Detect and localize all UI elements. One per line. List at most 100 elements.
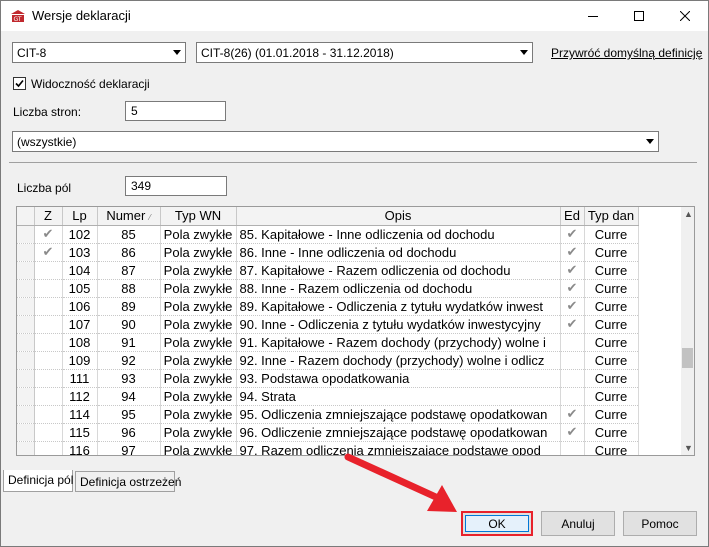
cell-numer[interactable]: 89	[97, 297, 161, 316]
cell-opis[interactable]: 88. Inne - Razem odliczenia od dochodu	[236, 279, 561, 298]
cell-z[interactable]	[34, 333, 63, 352]
table-row[interactable]: ✔ 103 86 Pola zwykłe 86. Inne - Inne odlicze…	[17, 243, 639, 262]
cell-typ-wn[interactable]: Pola zwykłe	[160, 369, 237, 388]
cell-opis[interactable]: 94. Strata	[236, 387, 561, 406]
cell-opis[interactable]: 91. Kapitałowe - Razem dochody (przychod…	[236, 333, 561, 352]
cell-typ-dan[interactable]: Curre	[584, 333, 639, 352]
cell-opis[interactable]: 86. Inne - Inne odliczenia od dochodu	[236, 243, 561, 262]
tab-warning-definition[interactable]: Definicja ostrzeżeń	[75, 471, 181, 492]
cell-lp[interactable]: 108	[62, 333, 98, 352]
cell-typ-dan[interactable]: Curre	[584, 387, 639, 406]
cell-opis[interactable]: 87. Kapitałowe - Razem odliczenia od doc…	[236, 261, 561, 280]
column-header-lp[interactable]: Lp	[62, 207, 98, 226]
cell-ed[interactable]	[560, 387, 585, 406]
cell-typ-dan[interactable]: Curre	[584, 441, 639, 455]
scroll-thumb[interactable]	[682, 348, 693, 368]
cell-z[interactable]	[34, 423, 63, 442]
column-header-numer[interactable]: Numer ⁄	[97, 207, 161, 226]
cell-opis[interactable]: 92. Inne - Razem dochody (przychody) wol…	[236, 351, 561, 370]
cell-typ-wn[interactable]: Pola zwykłe	[160, 225, 237, 244]
cell-typ-dan[interactable]: Curre	[584, 351, 639, 370]
cell-typ-dan[interactable]: Curre	[584, 423, 639, 442]
cell-ed[interactable]: ✔	[560, 225, 585, 244]
cell-ed[interactable]: ✔	[560, 297, 585, 316]
table-row[interactable]: ✔ 102 85 Pola zwykłe 85. Kapitałowe - Inne o…	[17, 225, 639, 244]
cell-numer[interactable]: 86	[97, 243, 161, 262]
cell-ed[interactable]	[560, 369, 585, 388]
cell-lp[interactable]: 116	[62, 441, 98, 455]
cell-z[interactable]	[34, 441, 63, 455]
cell-z[interactable]	[34, 261, 63, 280]
column-header-typ-dan[interactable]: Typ dan	[584, 207, 639, 226]
cell-opis[interactable]: 95. Odliczenia zmniejszające podstawę op…	[236, 405, 561, 424]
table-row[interactable]: 115 96 Pola zwykłe 96. Odliczenie zmniejsza…	[17, 423, 639, 442]
table-row[interactable]: 112 94 Pola zwykłe 94. Strata Curre	[17, 387, 639, 406]
cell-lp[interactable]: 105	[62, 279, 98, 298]
cell-z[interactable]	[34, 279, 63, 298]
cell-z[interactable]	[34, 387, 63, 406]
restore-default-link[interactable]: Przywróć domyślną definicję	[551, 46, 702, 60]
close-button[interactable]	[662, 1, 708, 31]
cell-numer[interactable]: 95	[97, 405, 161, 424]
cell-z[interactable]: ✔	[34, 225, 63, 244]
cell-typ-wn[interactable]: Pola zwykłe	[160, 261, 237, 280]
cell-opis[interactable]: 85. Kapitałowe - Inne odliczenia od doch…	[236, 225, 561, 244]
table-row[interactable]: 116 97 Pola zwykłe 97. Razem odliczenia zmn…	[17, 441, 639, 455]
cell-typ-wn[interactable]: Pola zwykłe	[160, 423, 237, 442]
cell-lp[interactable]: 104	[62, 261, 98, 280]
cell-ed[interactable]	[560, 351, 585, 370]
declaration-version-select[interactable]: CIT-8(26) (01.01.2018 - 31.12.2018)	[196, 42, 533, 63]
pages-count-field[interactable]: 5	[125, 101, 226, 121]
cell-typ-dan[interactable]: Curre	[584, 405, 639, 424]
cell-typ-wn[interactable]: Pola zwykłe	[160, 333, 237, 352]
cell-typ-wn[interactable]: Pola zwykłe	[160, 405, 237, 424]
cell-z[interactable]	[34, 315, 63, 334]
cell-typ-dan[interactable]: Curre	[584, 315, 639, 334]
page-filter-select[interactable]: (wszystkie)	[12, 131, 659, 152]
cell-typ-dan[interactable]: Curre	[584, 297, 639, 316]
cell-z[interactable]	[34, 405, 63, 424]
minimize-button[interactable]	[570, 1, 616, 31]
cell-opis[interactable]: 90. Inne - Odliczenia z tytułu wydatków …	[236, 315, 561, 334]
column-header-typ-wn[interactable]: Typ WN	[160, 207, 237, 226]
cell-numer[interactable]: 88	[97, 279, 161, 298]
cancel-button[interactable]: Anuluj	[541, 511, 615, 536]
maximize-button[interactable]	[616, 1, 662, 31]
cell-ed[interactable]: ✔	[560, 279, 585, 298]
cell-ed[interactable]: ✔	[560, 405, 585, 424]
cell-lp[interactable]: 102	[62, 225, 98, 244]
cell-typ-dan[interactable]: Curre	[584, 279, 639, 298]
tab-field-definition[interactable]: Definicja pól	[3, 470, 73, 492]
cell-z[interactable]: ✔	[34, 243, 63, 262]
cell-numer[interactable]: 94	[97, 387, 161, 406]
cell-lp[interactable]: 109	[62, 351, 98, 370]
cell-ed[interactable]: ✔	[560, 243, 585, 262]
table-row[interactable]: 114 95 Pola zwykłe 95. Odliczenia zmniejsza…	[17, 405, 639, 424]
cell-ed[interactable]: ✔	[560, 261, 585, 280]
cell-typ-dan[interactable]: Curre	[584, 369, 639, 388]
column-header-z[interactable]: Z	[34, 207, 63, 226]
cell-typ-wn[interactable]: Pola zwykłe	[160, 297, 237, 316]
cell-lp[interactable]: 106	[62, 297, 98, 316]
grid-vertical-scrollbar[interactable]: ▲ ▼	[681, 207, 694, 455]
cell-z[interactable]	[34, 369, 63, 388]
cell-opis[interactable]: 97. Razem odliczenia zmniejszające podst…	[236, 441, 561, 455]
fields-grid[interactable]: Z Lp Numer ⁄ Typ WN Opis Ed Typ dan ✔ 102 8…	[16, 206, 695, 456]
cell-typ-dan[interactable]: Curre	[584, 225, 639, 244]
cell-typ-wn[interactable]: Pola zwykłe	[160, 243, 237, 262]
cell-typ-dan[interactable]: Curre	[584, 261, 639, 280]
table-row[interactable]: 105 88 Pola zwykłe 88. Inne - Razem odlicze…	[17, 279, 639, 298]
cell-lp[interactable]: 103	[62, 243, 98, 262]
cell-numer[interactable]: 97	[97, 441, 161, 455]
cell-numer[interactable]: 91	[97, 333, 161, 352]
cell-typ-wn[interactable]: Pola zwykłe	[160, 441, 237, 455]
table-row[interactable]: 107 90 Pola zwykłe 90. Inne - Odliczenia z …	[17, 315, 639, 334]
ok-button[interactable]: OK	[461, 511, 533, 536]
cell-lp[interactable]: 112	[62, 387, 98, 406]
cell-typ-wn[interactable]: Pola zwykłe	[160, 279, 237, 298]
cell-numer[interactable]: 85	[97, 225, 161, 244]
table-row[interactable]: 111 93 Pola zwykłe 93. Podstawa opodatkowan…	[17, 369, 639, 388]
cell-typ-wn[interactable]: Pola zwykłe	[160, 315, 237, 334]
cell-opis[interactable]: 93. Podstawa opodatkowania	[236, 369, 561, 388]
table-row[interactable]: 109 92 Pola zwykłe 92. Inne - Razem dochody…	[17, 351, 639, 370]
